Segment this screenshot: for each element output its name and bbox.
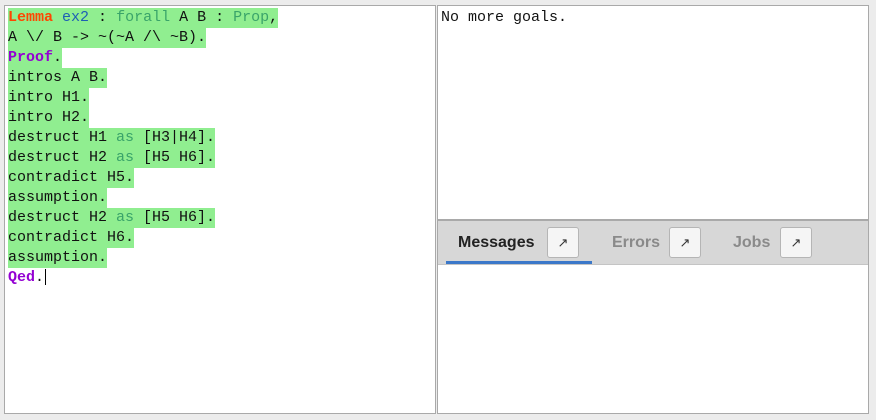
code-line[interactable]: contradict H6. xyxy=(8,228,435,248)
popout-icon[interactable]: ↗ xyxy=(780,227,812,258)
messages-panel: Messages ↗ Errors ↗ Jobs ↗ xyxy=(437,220,869,414)
code-line[interactable]: destruct H2 as [H5 H6]. xyxy=(8,148,435,168)
code-line[interactable]: A \/ B -> ~(~A /\ ~B). xyxy=(8,28,435,48)
processed-highlight: assumption. xyxy=(8,188,108,208)
tab-label: Errors xyxy=(612,234,661,251)
code-token: : xyxy=(89,9,117,26)
code-line[interactable]: Lemma ex2 : forall A B : Prop, xyxy=(8,8,435,28)
tab-messages[interactable]: Messages ↗ xyxy=(438,221,598,264)
code-token: A B : xyxy=(170,9,234,26)
code-token: A \/ B -> ~(~A /\ ~B). xyxy=(8,29,207,46)
processed-highlight: intro H2. xyxy=(8,108,90,128)
code-line[interactable]: intros A B. xyxy=(8,68,435,88)
code-line[interactable]: assumption. xyxy=(8,248,435,268)
code-token: destruct H2 xyxy=(8,149,117,166)
goals-text: No more goals. xyxy=(441,9,568,26)
text-cursor xyxy=(45,269,47,286)
code-token: , xyxy=(269,9,279,26)
code-token: contradict H6. xyxy=(8,229,135,246)
code-token: destruct H2 xyxy=(8,209,117,226)
code-token: intros A B. xyxy=(8,69,108,86)
processed-highlight: contradict H6. xyxy=(8,228,135,248)
processed-highlight: destruct H2 as [H5 H6]. xyxy=(8,208,216,228)
code-line[interactable]: Qed. xyxy=(8,268,435,288)
code-token: . xyxy=(35,269,45,286)
code-token: intro H2. xyxy=(8,109,90,126)
code-line[interactable]: intro H2. xyxy=(8,108,435,128)
processed-highlight: Proof. xyxy=(8,48,63,68)
unprocessed-text: Qed. xyxy=(8,269,44,286)
keyword-token: ex2 xyxy=(62,9,90,26)
processed-highlight: assumption. xyxy=(8,248,108,268)
code-line[interactable]: destruct H1 as [H3|H4]. xyxy=(8,128,435,148)
processed-highlight: destruct H2 as [H5 H6]. xyxy=(8,148,216,168)
processed-highlight: Lemma ex2 : forall A B : Prop, xyxy=(8,8,279,28)
code-token: assumption. xyxy=(8,249,108,266)
processed-highlight: intros A B. xyxy=(8,68,108,88)
code-token: . xyxy=(53,49,63,66)
processed-highlight: contradict H5. xyxy=(8,168,135,188)
code-token: assumption. xyxy=(8,189,108,206)
code-token: [H5 H6]. xyxy=(134,149,216,166)
popout-icon[interactable]: ↗ xyxy=(547,227,579,258)
processed-highlight: destruct H1 as [H3|H4]. xyxy=(8,128,216,148)
keyword-token: Qed xyxy=(8,269,36,286)
keyword-token: as xyxy=(116,149,135,166)
keyword-token: Lemma xyxy=(8,9,54,26)
keyword-token: Prop xyxy=(233,9,270,26)
keyword-token: as xyxy=(116,129,135,146)
code-token: [H5 H6]. xyxy=(134,209,216,226)
code-line[interactable]: Proof. xyxy=(8,48,435,68)
code-line[interactable]: destruct H2 as [H5 H6]. xyxy=(8,208,435,228)
code-token: [H3|H4]. xyxy=(134,129,216,146)
proof-editor[interactable]: Lemma ex2 : forall A B : Prop, A \/ B -> … xyxy=(4,5,436,414)
code-line[interactable]: assumption. xyxy=(8,188,435,208)
keyword-token: forall xyxy=(116,9,171,26)
active-tab-indicator xyxy=(446,261,592,264)
code-token: contradict H5. xyxy=(8,169,135,186)
tab-errors[interactable]: Errors ↗ xyxy=(598,221,718,264)
keyword-token: Proof xyxy=(8,49,54,66)
processed-highlight: intro H1. xyxy=(8,88,90,108)
code-token: intro H1. xyxy=(8,89,90,106)
code-token: destruct H1 xyxy=(8,129,117,146)
processed-highlight: A \/ B -> ~(~A /\ ~B). xyxy=(8,28,207,48)
panel-tab-bar: Messages ↗ Errors ↗ Jobs ↗ xyxy=(438,221,868,265)
tab-jobs[interactable]: Jobs ↗ xyxy=(718,221,838,264)
code-line[interactable]: contradict H5. xyxy=(8,168,435,188)
tab-label: Jobs xyxy=(733,234,771,251)
goals-panel: No more goals. xyxy=(437,5,869,220)
popout-icon[interactable]: ↗ xyxy=(669,227,701,258)
keyword-token: as xyxy=(116,209,135,226)
code-line[interactable]: intro H1. xyxy=(8,88,435,108)
tab-label: Messages xyxy=(458,234,535,251)
